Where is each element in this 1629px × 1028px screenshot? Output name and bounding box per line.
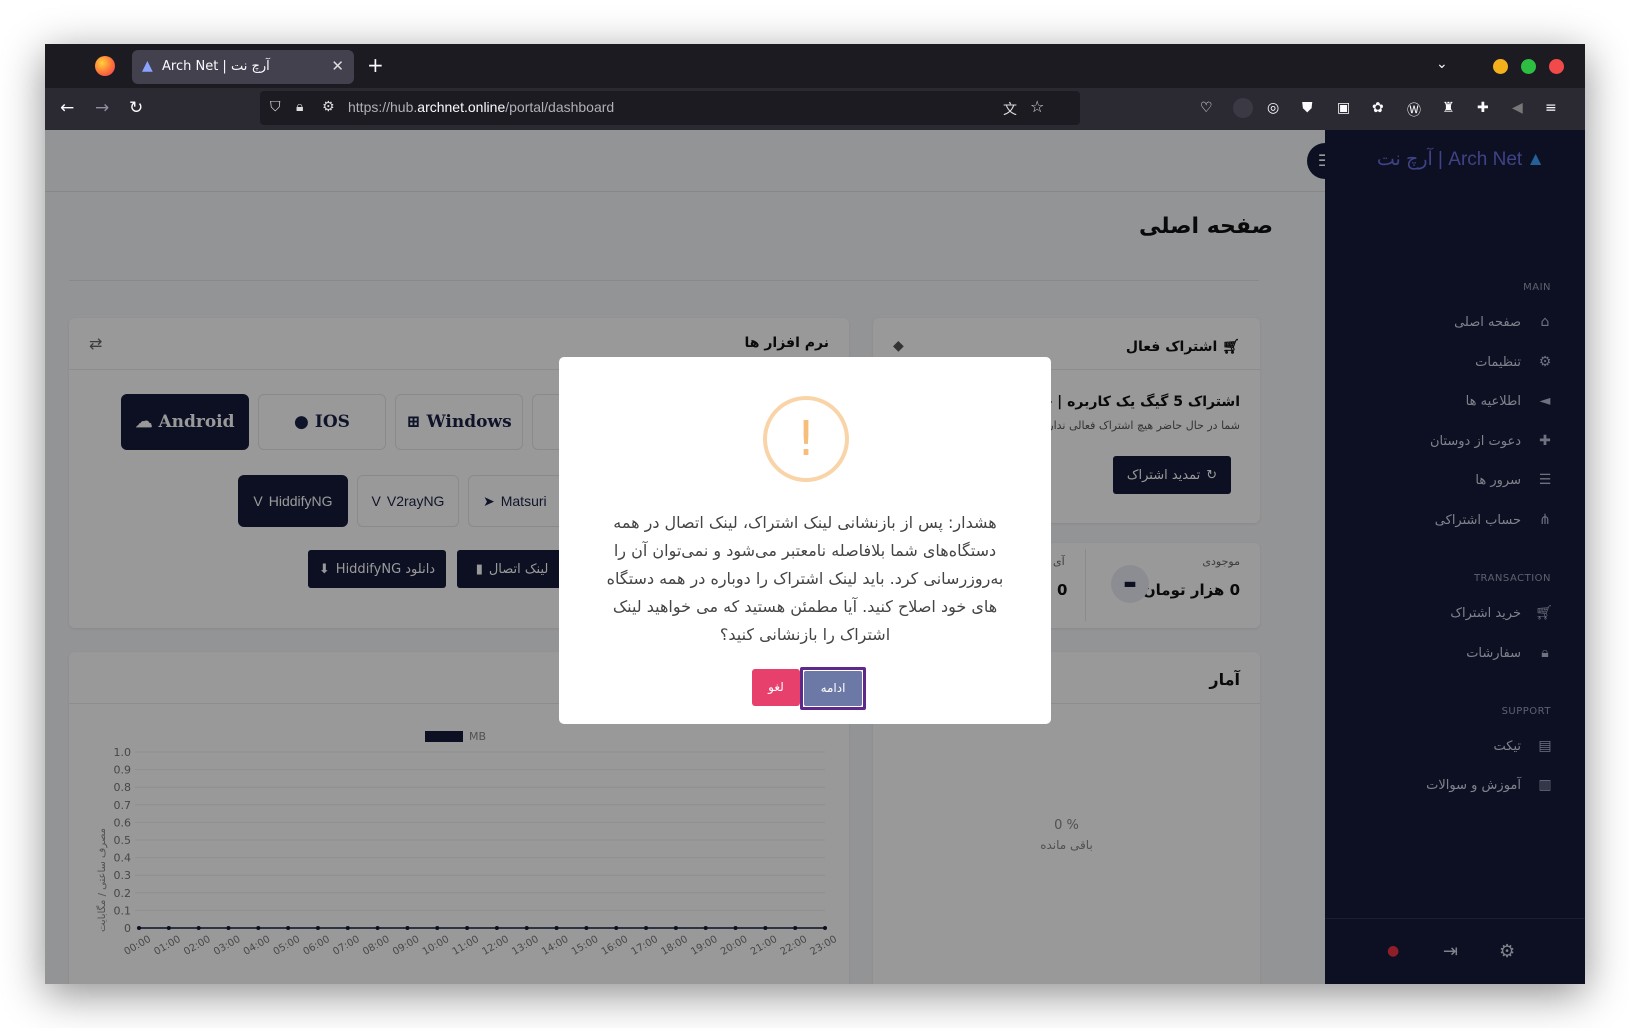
- extension-badge-icon[interactable]: ♜: [1442, 100, 1455, 116]
- tab-list-chevron-icon[interactable]: ⌄: [1436, 56, 1448, 72]
- tab-bar: ▲ Arch Net | آرچ نت ✕ + ⌄: [45, 44, 1585, 88]
- translate-icon[interactable]: 文: [1003, 99, 1017, 119]
- extension-box-icon[interactable]: ▣: [1337, 100, 1350, 116]
- browser-tab[interactable]: ▲ Arch Net | آرچ نت ✕: [132, 50, 354, 84]
- bookmark-star-icon[interactable]: ☆: [1030, 97, 1044, 116]
- tab-title: Arch Net | آرچ نت: [162, 59, 270, 74]
- account-icon[interactable]: [1233, 98, 1253, 118]
- warning-icon: !: [763, 396, 849, 482]
- firefox-icon[interactable]: [95, 56, 115, 76]
- minimize-button[interactable]: [1493, 59, 1508, 74]
- dialog-message: هشدار: پس از بازنشانی لینک اشتراک، لینک …: [606, 513, 1004, 644]
- confirm-button[interactable]: ادامه: [804, 671, 862, 706]
- extension-cookie-icon[interactable]: ✿: [1372, 100, 1384, 116]
- speaker-icon[interactable]: ◀: [1512, 100, 1523, 116]
- reload-icon[interactable]: ↻: [129, 98, 143, 118]
- app-menu-icon[interactable]: ≡: [1545, 100, 1557, 116]
- url-text[interactable]: https://hub.archnet.online/portal/dashbo…: [348, 99, 614, 115]
- extensions-puzzle-icon[interactable]: ✚: [1477, 100, 1489, 116]
- maximize-button[interactable]: [1521, 59, 1536, 74]
- pocket-icon[interactable]: ♡: [1200, 100, 1213, 116]
- archnet-favicon-icon: ▲: [142, 58, 153, 74]
- new-tab-icon[interactable]: +: [367, 53, 384, 77]
- permissions-icon[interactable]: ⚙: [322, 99, 335, 115]
- extension-shield-icon[interactable]: ⛊: [1302, 100, 1313, 116]
- extension-w-icon[interactable]: Ⓦ: [1407, 100, 1421, 120]
- nav-bar: ← → ↻ ⛉ 🔒︎ ⚙ https://hub.archnet.online/…: [45, 88, 1585, 130]
- forward-icon[interactable]: →: [95, 98, 109, 118]
- browser-window: ▲ Arch Net | آرچ نت ✕ + ⌄ ← → ↻ ⛉ 🔒︎ ⚙ h…: [45, 44, 1585, 984]
- address-bar[interactable]: ⛉ 🔒︎ ⚙ https://hub.archnet.online/portal…: [260, 91, 1080, 125]
- lock-icon[interactable]: 🔒︎: [296, 99, 303, 115]
- shield-icon[interactable]: ⛉: [270, 99, 281, 115]
- extension-glasses-icon[interactable]: ◎: [1267, 100, 1279, 116]
- cancel-button[interactable]: لغو: [752, 669, 800, 706]
- close-tab-icon[interactable]: ✕: [331, 57, 344, 75]
- close-window-button[interactable]: [1549, 59, 1564, 74]
- back-icon[interactable]: ←: [60, 98, 74, 118]
- reset-link-dialog: ! هشدار: پس از بازنشانی لینک اشتراک، لین…: [559, 357, 1051, 724]
- web-page: صفحه اصلی نرم افزار ها ⇄ ☁ Android ● IOS ⊞…: [45, 130, 1585, 984]
